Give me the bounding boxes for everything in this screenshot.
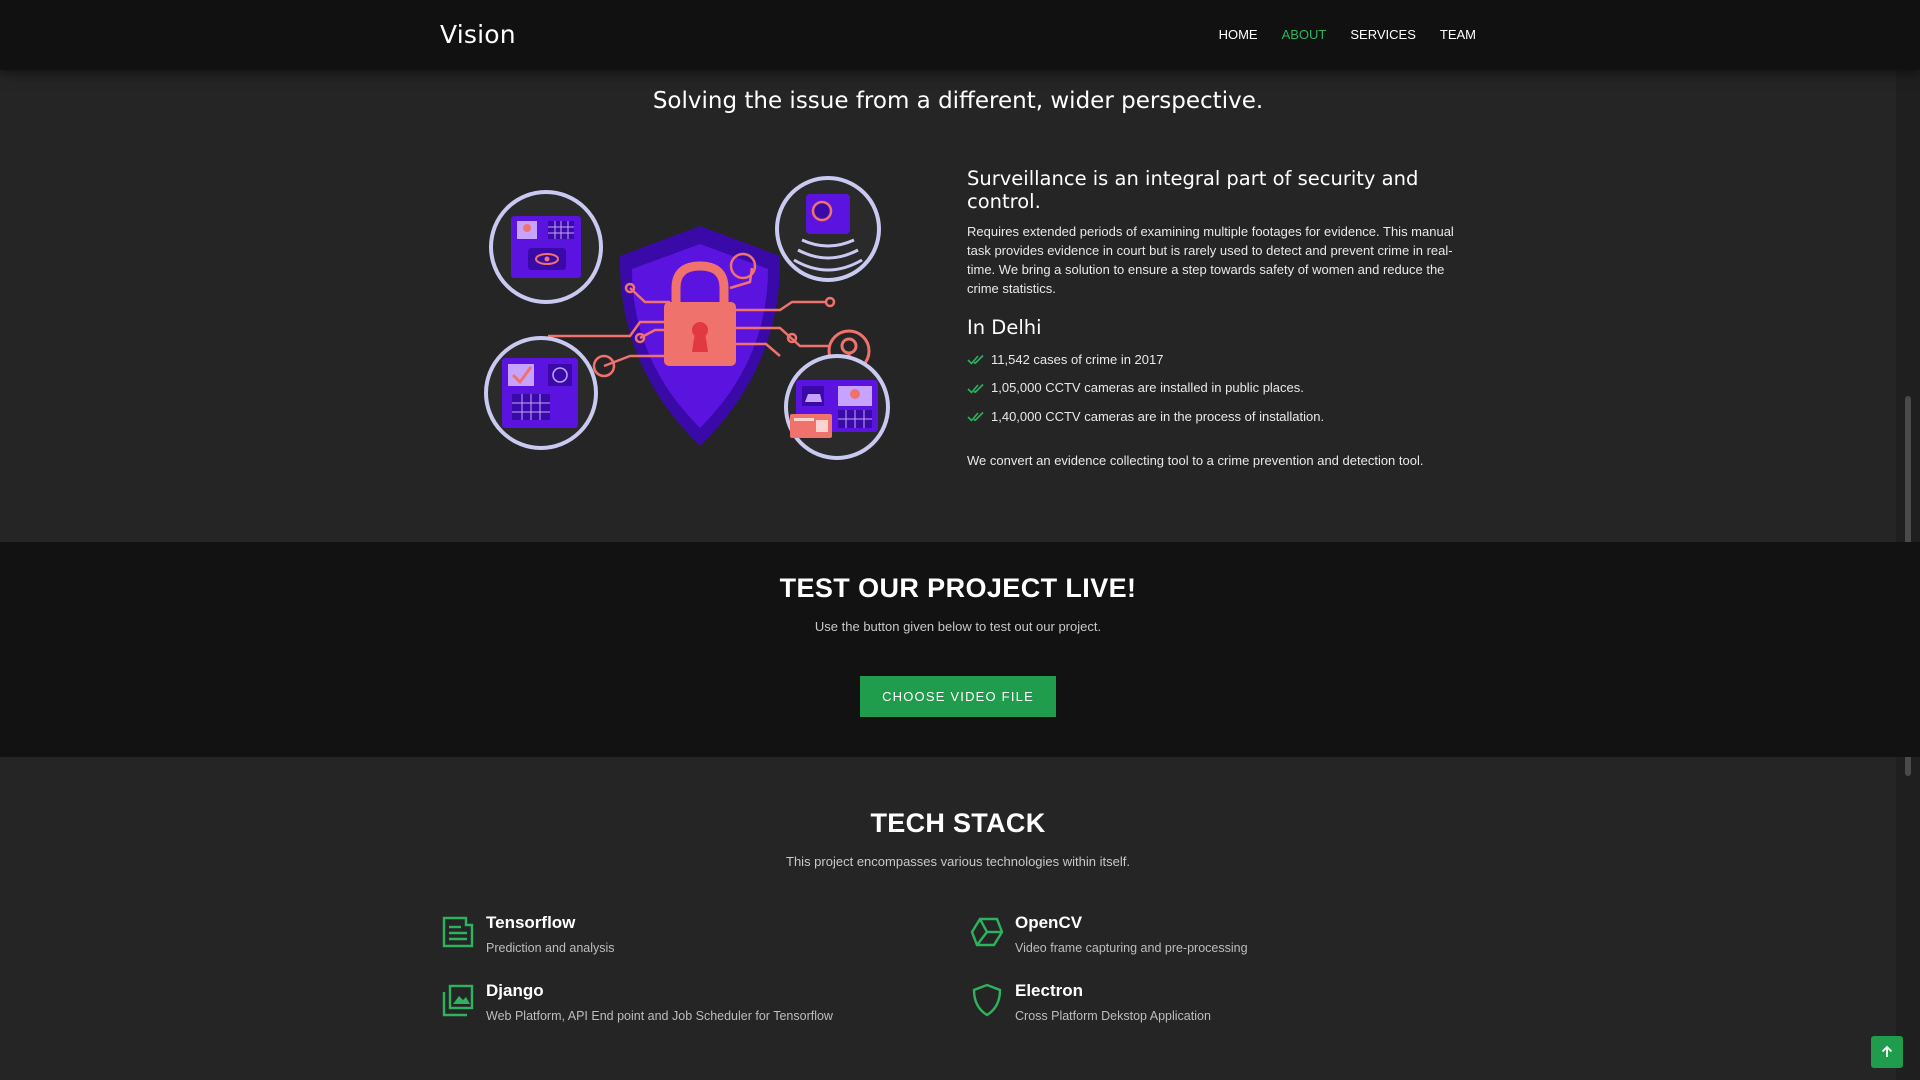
nav-services[interactable]: SERVICES xyxy=(1350,27,1416,42)
tech-item-electron: Electron Cross Platform Dekstop Applicat… xyxy=(970,981,1450,1033)
security-illustration xyxy=(484,176,890,460)
facts-list: 11,542 cases of crime in 2017 1,05,000 C… xyxy=(967,345,1475,431)
fact-item: 11,542 cases of crime in 2017 xyxy=(967,345,1475,374)
document-icon xyxy=(442,916,474,948)
about-body: Requires extended periods of examining m… xyxy=(967,224,1454,296)
fact-text: 1,05,000 CCTV cameras are installed in p… xyxy=(991,380,1304,396)
tech-name: OpenCV xyxy=(1015,913,1083,932)
choose-video-file-button[interactable]: CHOOSE VIDEO FILE xyxy=(860,676,1056,717)
nav-team[interactable]: TEAM xyxy=(1440,27,1476,42)
about-conclusion: We convert an evidence collecting tool t… xyxy=(967,452,1424,468)
fact-text: 11,542 cases of crime in 2017 xyxy=(991,351,1164,367)
tech-item-opencv: OpenCV Video frame capturing and pre-pro… xyxy=(970,913,1450,965)
delhi-title: In Delhi xyxy=(967,316,1042,339)
tech-name: Django xyxy=(486,981,544,1000)
cube-icon xyxy=(970,917,1004,947)
fact-text: 1,40,000 CCTV cameras are in the process… xyxy=(991,408,1325,424)
tech-desc: Cross Platform Dekstop Application xyxy=(1015,1009,1211,1023)
tech-desc: Video frame capturing and pre-processing xyxy=(1015,941,1248,955)
cta-section: TEST OUR PROJECT LIVE! Use the button gi… xyxy=(0,542,1920,757)
page-scrollbar[interactable] xyxy=(1896,0,1920,1080)
double-check-icon xyxy=(967,355,984,365)
tech-item-tensorflow: Tensorflow Prediction and analysis xyxy=(441,913,921,965)
images-icon xyxy=(442,984,474,1017)
tech-subtitle: This project encompasses various technol… xyxy=(786,854,1130,869)
fact-item: 1,40,000 CCTV cameras are in the process… xyxy=(967,402,1475,431)
tech-name: Tensorflow xyxy=(486,913,576,932)
double-check-icon xyxy=(967,412,984,422)
shield-icon xyxy=(972,983,1002,1017)
tech-title: TECH STACK xyxy=(870,808,1046,838)
about-heading: Surveillance is an integral part of secu… xyxy=(967,167,1419,213)
navbar: Vision HOME ABOUT SERVICES TEAM xyxy=(0,0,1920,70)
double-check-icon xyxy=(967,383,984,394)
tech-item-django: Django Web Platform, API End point and J… xyxy=(441,981,921,1033)
nav-about[interactable]: ABOUT xyxy=(1282,27,1327,42)
cta-title: TEST OUR PROJECT LIVE! xyxy=(779,573,1137,603)
tech-name: Electron xyxy=(1015,981,1084,1000)
about-text: Surveillance is an integral part of secu… xyxy=(967,167,1475,468)
fact-item: 1,05,000 CCTV cameras are installed in p… xyxy=(967,374,1475,403)
tech-desc: Web Platform, API End point and Job Sche… xyxy=(486,1009,833,1023)
about-tagline: Solving the issue from a different, wide… xyxy=(652,88,1264,114)
arrow-up-icon xyxy=(1881,1045,1893,1057)
brand-logo[interactable]: Vision xyxy=(440,20,516,49)
cta-subtitle: Use the button given below to test out o… xyxy=(814,619,1102,634)
nav-home[interactable]: HOME xyxy=(1219,27,1258,42)
back-to-top-button[interactable] xyxy=(1871,1036,1903,1068)
main-nav: HOME ABOUT SERVICES TEAM xyxy=(1219,27,1476,42)
tech-desc: Prediction and analysis xyxy=(486,941,615,955)
